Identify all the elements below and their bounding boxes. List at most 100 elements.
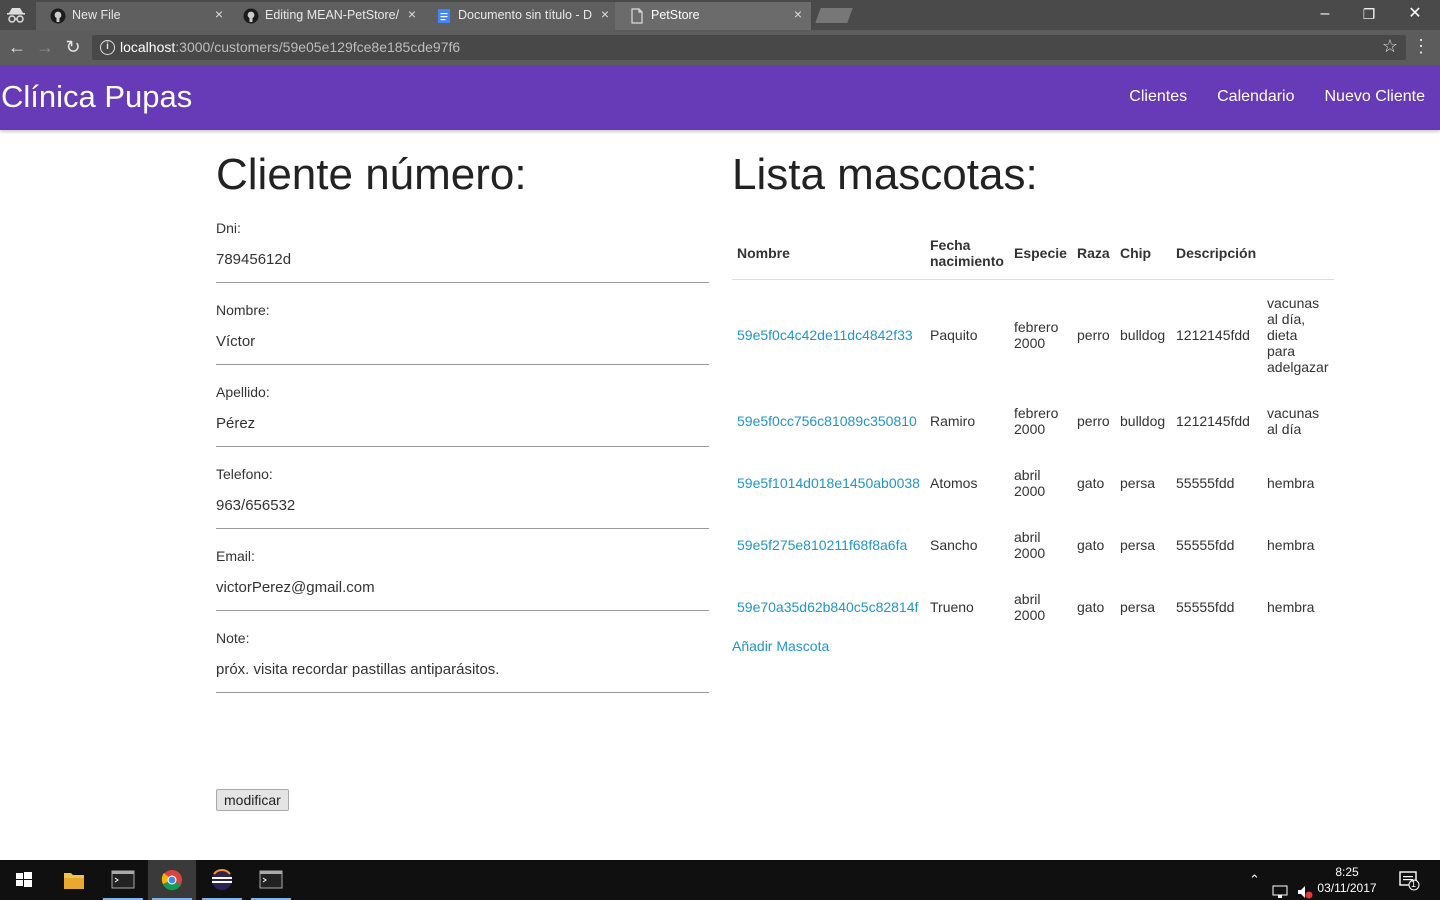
- tab-title: Documento sin título - D: [458, 8, 592, 22]
- pet-id-link[interactable]: 59e70a35d62b840c5c82814f: [737, 599, 918, 615]
- bookmark-star-icon[interactable]: ☆: [1382, 36, 1398, 57]
- pet-species: gato: [1077, 475, 1105, 491]
- file-explorer-icon[interactable]: [50, 860, 98, 900]
- pet-description: hembra: [1267, 475, 1315, 491]
- start-icon[interactable]: [0, 860, 48, 900]
- table-row: 59e70a35d62b840c5c82814f Trueno abril 20…: [732, 576, 1334, 638]
- url-text: localhost:3000/customers/59e05e129fce8e1…: [120, 39, 460, 55]
- pet-breed: persa: [1120, 537, 1156, 553]
- field-label: Telefono:: [216, 466, 273, 482]
- field-label: Email:: [216, 548, 255, 564]
- address-bar[interactable]: i localhost:3000/customers/59e05e129fce8…: [92, 35, 1406, 60]
- chrome-icon[interactable]: [148, 860, 196, 900]
- browser-toolbar: ← → ↻ i localhost:3000/customers/59e05e1…: [0, 30, 1440, 65]
- close-window-icon[interactable]: ✕: [1392, 0, 1438, 30]
- field-value[interactable]: próx. visita recordar pastillas antipará…: [216, 649, 709, 693]
- info-icon[interactable]: i: [100, 40, 115, 55]
- pet-birth: febrero 2000: [1014, 318, 1059, 351]
- pet-description: vacunas al día: [1267, 405, 1320, 437]
- new-tab-button[interactable]: [815, 8, 853, 23]
- field-label: Nombre:: [216, 302, 270, 318]
- pet-description: hembra: [1267, 599, 1315, 615]
- github-icon: [50, 8, 66, 24]
- pet-name: Paquito: [930, 326, 978, 343]
- pet-description: hembra: [1267, 537, 1315, 553]
- column-header: Fecha nacimiento: [925, 228, 1009, 280]
- pet-species: perro: [1077, 326, 1110, 343]
- nav-link-clientes[interactable]: Clientes: [1129, 88, 1187, 106]
- tab-title: New File: [72, 8, 121, 22]
- table-row: 59e5f1014d018e1450ab0038 Atomos abril 20…: [732, 452, 1334, 514]
- browser-tab-new-file[interactable]: New File ×: [36, 2, 232, 30]
- column-header: Especie: [1009, 228, 1072, 280]
- pet-id-link[interactable]: 59e5f0c4c42de11dc4842f33: [737, 327, 913, 343]
- pet-birth: abril 2000: [1014, 591, 1046, 623]
- nav-links: Clientes Calendario Nuevo Cliente: [1129, 88, 1425, 106]
- table-row: 59e5f0c4c42de11dc4842f33 Paquito febrero…: [732, 279, 1334, 390]
- eclipse-icon[interactable]: [198, 860, 246, 900]
- pet-id-link[interactable]: 59e5f275e810211f68f8a6fa: [737, 537, 907, 553]
- forward-arrow-icon[interactable]: →: [34, 37, 56, 59]
- pet-chip: 1212145fdd: [1176, 413, 1250, 429]
- column-header: Raza: [1072, 228, 1115, 280]
- notifications-icon[interactable]: 1: [1398, 870, 1422, 892]
- field-value[interactable]: Víctor: [216, 321, 709, 365]
- modify-button[interactable]: modificar: [216, 789, 289, 811]
- pet-chip: 55555fdd: [1176, 537, 1235, 553]
- taskbar-clock[interactable]: 8:25 03/11/2017: [1312, 864, 1382, 896]
- back-arrow-icon[interactable]: ←: [6, 37, 28, 59]
- pet-chip: 1212145fdd: [1176, 326, 1250, 343]
- nav-link-calendario[interactable]: Calendario: [1217, 88, 1294, 106]
- github-icon: [243, 8, 259, 24]
- close-tab-icon[interactable]: ×: [791, 7, 805, 21]
- field-value[interactable]: Pérez: [216, 403, 709, 447]
- notification-count: 1: [1411, 879, 1417, 889]
- close-tab-icon[interactable]: ×: [212, 7, 226, 21]
- close-tab-icon[interactable]: ×: [598, 7, 612, 21]
- pet-species: perro: [1077, 413, 1110, 429]
- browser-tab-documento[interactable]: Documento sin título - D ×: [422, 2, 618, 30]
- add-pet-link[interactable]: Añadir Mascota: [732, 638, 829, 654]
- customer-title: Cliente número:: [216, 150, 527, 199]
- network-icon[interactable]: [1272, 872, 1290, 900]
- column-header: Descripción: [1171, 228, 1262, 280]
- pet-birth: abril 2000: [1014, 529, 1046, 561]
- field-value[interactable]: 963/656532: [216, 485, 709, 529]
- app-navbar: Clínica Pupas Clientes Calendario Nuevo …: [0, 65, 1440, 130]
- url-path: :3000/customers/59e05e129fce8e185cde97f6: [175, 39, 461, 55]
- pet-birth: abril 2000: [1014, 467, 1046, 499]
- pet-id-link[interactable]: 59e5f1014d018e1450ab0038: [737, 475, 920, 491]
- table-row: 59e5f0cc756c81089c350810 Ramiro febrero …: [732, 390, 1334, 452]
- field-apellido: Apellido: Pérez: [216, 384, 709, 466]
- field-note: Note: próx. visita recordar pastillas an…: [216, 630, 709, 712]
- close-tab-icon[interactable]: ×: [405, 7, 419, 21]
- field-dni: Dni: 78945612d: [216, 220, 709, 302]
- pet-name: Sancho: [930, 537, 978, 553]
- field-value[interactable]: victorPerez@gmail.com: [216, 567, 709, 611]
- field-value[interactable]: 78945612d: [216, 239, 709, 283]
- field-label: Note:: [216, 630, 250, 646]
- pet-id-link[interactable]: 59e5f0cc756c81089c350810: [737, 413, 917, 429]
- pet-name: Trueno: [930, 599, 974, 615]
- pet-chip: 55555fdd: [1176, 599, 1235, 615]
- maximize-window-icon[interactable]: ❐: [1346, 0, 1392, 30]
- pet-species: gato: [1077, 537, 1105, 553]
- minimize-window-icon[interactable]: –: [1302, 0, 1348, 30]
- field-label: Dni:: [216, 220, 241, 236]
- incognito-icon: [7, 8, 25, 23]
- browser-tab-editing[interactable]: Editing MEAN-PetStore/R ×: [229, 2, 425, 30]
- field-telefono: Telefono: 963/656532: [216, 466, 709, 548]
- reload-icon[interactable]: ↻: [62, 37, 84, 59]
- browser-menu-icon[interactable]: ⋮: [1412, 36, 1430, 56]
- terminal-icon[interactable]: [247, 860, 295, 900]
- brand-title[interactable]: Clínica Pupas: [1, 79, 192, 115]
- browser-tab-petstore[interactable]: PetStore ×: [615, 2, 811, 30]
- nav-link-nuevo-cliente[interactable]: Nuevo Cliente: [1325, 88, 1426, 106]
- chevron-up-icon[interactable]: ⌃: [1249, 872, 1260, 900]
- pet-description: vacunas al día, dieta para adelgazar: [1267, 294, 1329, 375]
- terminal-icon[interactable]: [99, 860, 147, 900]
- pet-breed: bulldog: [1120, 326, 1166, 343]
- clock-date: 03/11/2017: [1317, 881, 1377, 895]
- field-nombre: Nombre: Víctor: [216, 302, 709, 384]
- field-email: Email: victorPerez@gmail.com: [216, 548, 709, 630]
